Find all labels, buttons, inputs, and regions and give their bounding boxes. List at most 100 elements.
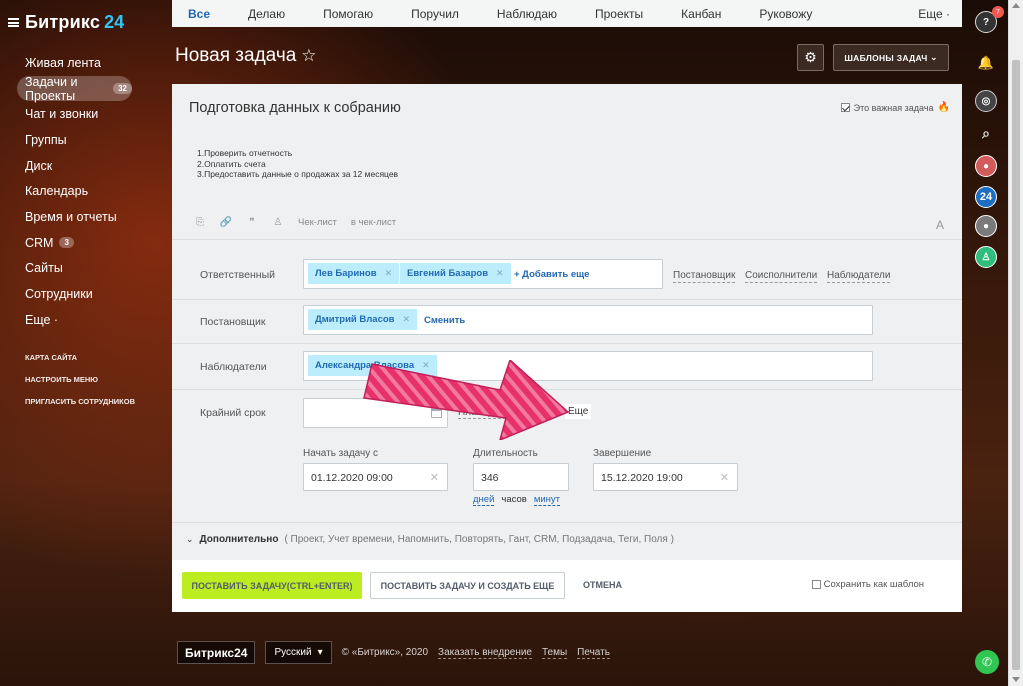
end-date-input[interactable]: 15.12.2020 19:00 ✕ bbox=[593, 463, 738, 491]
sidebar-item-employees[interactable]: Сотрудники bbox=[17, 281, 157, 307]
tab-doing[interactable]: Делаю bbox=[248, 7, 285, 21]
role-link-creator[interactable]: Постановщик bbox=[673, 270, 736, 283]
sidebar-nav: Живая лента Задачи и Проекты 32 Чат и зво… bbox=[17, 50, 157, 333]
phone-icon[interactable]: ✆ bbox=[975, 650, 999, 674]
responsible-field[interactable]: Лев Баринов ✕ Евгений Базаров ✕ + Добавить… bbox=[303, 259, 663, 289]
scroll-up-icon[interactable] bbox=[1012, 3, 1020, 8]
save-template-checkbox[interactable] bbox=[811, 580, 821, 589]
chat-icon[interactable]: ◎ bbox=[975, 90, 997, 112]
submit-task-button[interactable]: ПОСТАВИТЬ ЗАДАЧУ(CTRL+ENTER) bbox=[182, 572, 362, 599]
start-date-input[interactable]: 01.12.2020 09:00 ✕ bbox=[303, 463, 448, 491]
important-checkbox[interactable] bbox=[840, 103, 850, 112]
tab-more[interactable]: Еще · bbox=[918, 7, 950, 21]
unit-days[interactable]: дней bbox=[473, 494, 495, 506]
responsible-chip[interactable]: Евгений Базаров ✕ bbox=[400, 263, 511, 284]
themes-link[interactable]: Темы bbox=[542, 647, 568, 659]
save-as-template-toggle[interactable]: Сохранить как шаблон bbox=[811, 579, 924, 590]
duration-input[interactable]: 346 bbox=[473, 463, 569, 491]
role-link-observers[interactable]: Наблюдатели bbox=[827, 270, 891, 283]
role-link-coexecutors[interactable]: Соисполнители bbox=[745, 270, 818, 283]
tab-assigned[interactable]: Поручил bbox=[411, 7, 459, 21]
important-label: Это важная задача bbox=[853, 102, 934, 113]
tab-watching[interactable]: Наблюдаю bbox=[497, 7, 557, 21]
contacts-icon[interactable]: ♙ bbox=[975, 246, 997, 268]
user-avatar[interactable]: ● bbox=[975, 155, 997, 177]
bell-icon[interactable]: 🔔 bbox=[975, 52, 997, 74]
scroll-thumb[interactable] bbox=[1012, 60, 1020, 670]
deadline-input[interactable] bbox=[303, 398, 448, 428]
unit-minutes[interactable]: минут bbox=[533, 494, 560, 506]
remove-chip-icon[interactable]: ✕ bbox=[422, 360, 430, 371]
sidebar-item-feed[interactable]: Живая лента bbox=[17, 50, 157, 76]
templates-button-label: ШАБЛОНЫ ЗАДАЧ bbox=[844, 52, 928, 63]
configure-menu-link[interactable]: Настроить меню bbox=[25, 368, 135, 390]
link-icon[interactable]: 🔗 bbox=[220, 216, 232, 228]
tab-projects[interactable]: Проекты bbox=[595, 7, 643, 21]
task-description[interactable]: 1.Проверить отчетность 2.Оплатить счета … bbox=[197, 148, 398, 180]
sidebar-item-crm[interactable]: CRM 3 bbox=[17, 230, 157, 256]
additional-section-toggle[interactable]: ⌄ Дополнительно ( Проект, Учет времени, … bbox=[186, 534, 674, 545]
remove-chip-icon[interactable]: ✕ bbox=[496, 268, 504, 279]
change-creator-link[interactable]: Сменить bbox=[424, 315, 465, 326]
tab-managing[interactable]: Руковожу bbox=[759, 7, 812, 21]
sidebar-item-chat[interactable]: Чат и звонки bbox=[17, 101, 157, 127]
tab-kanban[interactable]: Канбан bbox=[681, 7, 721, 21]
sitemap-link[interactable]: Карта сайта bbox=[25, 346, 135, 368]
brand-logo[interactable]: Битрикс 24 bbox=[25, 12, 124, 33]
submit-and-create-button[interactable]: ПОСТАВИТЬ ЗАДАЧУ И СОЗДАТЬ ЕЩЕ bbox=[370, 572, 565, 599]
deadline-more-link[interactable]: Еще bbox=[565, 404, 592, 419]
tab-helping[interactable]: Помогаю bbox=[323, 7, 373, 21]
print-link[interactable]: Печать bbox=[577, 647, 610, 659]
language-select[interactable]: Русский ▾ bbox=[265, 641, 332, 664]
checklist-button[interactable]: Чек-лист bbox=[298, 217, 337, 228]
mention-user-icon[interactable]: ♙ bbox=[272, 216, 284, 228]
bitrix24-icon[interactable]: 24 bbox=[975, 186, 997, 208]
to-checklist-button[interactable]: в чек-лист bbox=[351, 217, 396, 228]
attach-file-icon[interactable]: ⎘ bbox=[194, 216, 206, 228]
planning-link[interactable]: Планировани bbox=[458, 407, 521, 419]
order-implementation-link[interactable]: Заказать внедрение bbox=[438, 647, 532, 659]
observers-field[interactable]: Александра Власова ✕ bbox=[303, 351, 873, 381]
sidebar-item-label: Сотрудники bbox=[25, 287, 93, 302]
brand: Битрикс 24 bbox=[8, 12, 124, 33]
clear-end-icon[interactable]: ✕ bbox=[720, 471, 729, 484]
quote-icon[interactable]: ❞ bbox=[246, 216, 258, 228]
text-format-icon[interactable]: A bbox=[936, 218, 944, 232]
creator-field[interactable]: Дмитрий Власов ✕ Сменить bbox=[303, 305, 873, 335]
responsible-label: Ответственный bbox=[200, 269, 275, 281]
task-title-input[interactable]: Подготовка данных к собранию bbox=[189, 100, 401, 116]
sidebar-item-time[interactable]: Время и отчеты bbox=[17, 204, 157, 230]
cancel-button[interactable]: ОТМЕНА bbox=[583, 580, 622, 590]
tasks-count-badge: 32 bbox=[113, 83, 132, 95]
invite-employees-link[interactable]: Пригласить сотрудников bbox=[25, 390, 135, 412]
observers-label: Наблюдатели bbox=[200, 361, 267, 373]
observer-chip[interactable]: Александра Власова ✕ bbox=[308, 355, 437, 376]
divider bbox=[172, 389, 962, 390]
sidebar-item-more[interactable]: Еще · bbox=[17, 307, 157, 333]
clear-start-icon[interactable]: ✕ bbox=[430, 471, 439, 484]
sidebar-item-sites[interactable]: Сайты bbox=[17, 256, 157, 282]
important-task-toggle[interactable]: Это важная задача 🔥 bbox=[840, 102, 950, 113]
creator-chip[interactable]: Дмитрий Власов ✕ bbox=[308, 309, 418, 330]
remove-chip-icon[interactable]: ✕ bbox=[403, 314, 411, 325]
unit-hours[interactable]: часов bbox=[501, 494, 526, 506]
settings-button[interactable]: ⚙ bbox=[797, 44, 824, 71]
star-icon[interactable]: ☆ bbox=[301, 46, 316, 65]
scroll-down-icon[interactable] bbox=[1012, 677, 1020, 682]
page-scrollbar[interactable] bbox=[1008, 0, 1023, 686]
add-responsible-link[interactable]: + Добавить еще bbox=[514, 269, 589, 280]
sidebar-item-groups[interactable]: Группы bbox=[17, 127, 157, 153]
task-templates-button[interactable]: ШАБЛОНЫ ЗАДАЧ ⌄ bbox=[833, 44, 949, 71]
calendar-icon[interactable] bbox=[431, 408, 442, 418]
user-avatar[interactable]: ● bbox=[975, 215, 997, 237]
menu-burger-icon[interactable] bbox=[8, 18, 19, 27]
tab-all[interactable]: Все bbox=[188, 7, 210, 21]
search-icon[interactable]: ⌕ bbox=[975, 122, 997, 144]
footer-logo[interactable]: Битрикс24 bbox=[177, 641, 256, 664]
remove-chip-icon[interactable]: ✕ bbox=[385, 268, 393, 279]
copyright: © «Битрикс», 2020 bbox=[341, 647, 429, 658]
sidebar-item-calendar[interactable]: Календарь bbox=[17, 178, 157, 204]
sidebar-item-disk[interactable]: Диск bbox=[17, 153, 157, 179]
responsible-chip[interactable]: Лев Баринов ✕ bbox=[308, 263, 400, 284]
sidebar-item-tasks[interactable]: Задачи и Проекты 32 bbox=[17, 75, 132, 103]
